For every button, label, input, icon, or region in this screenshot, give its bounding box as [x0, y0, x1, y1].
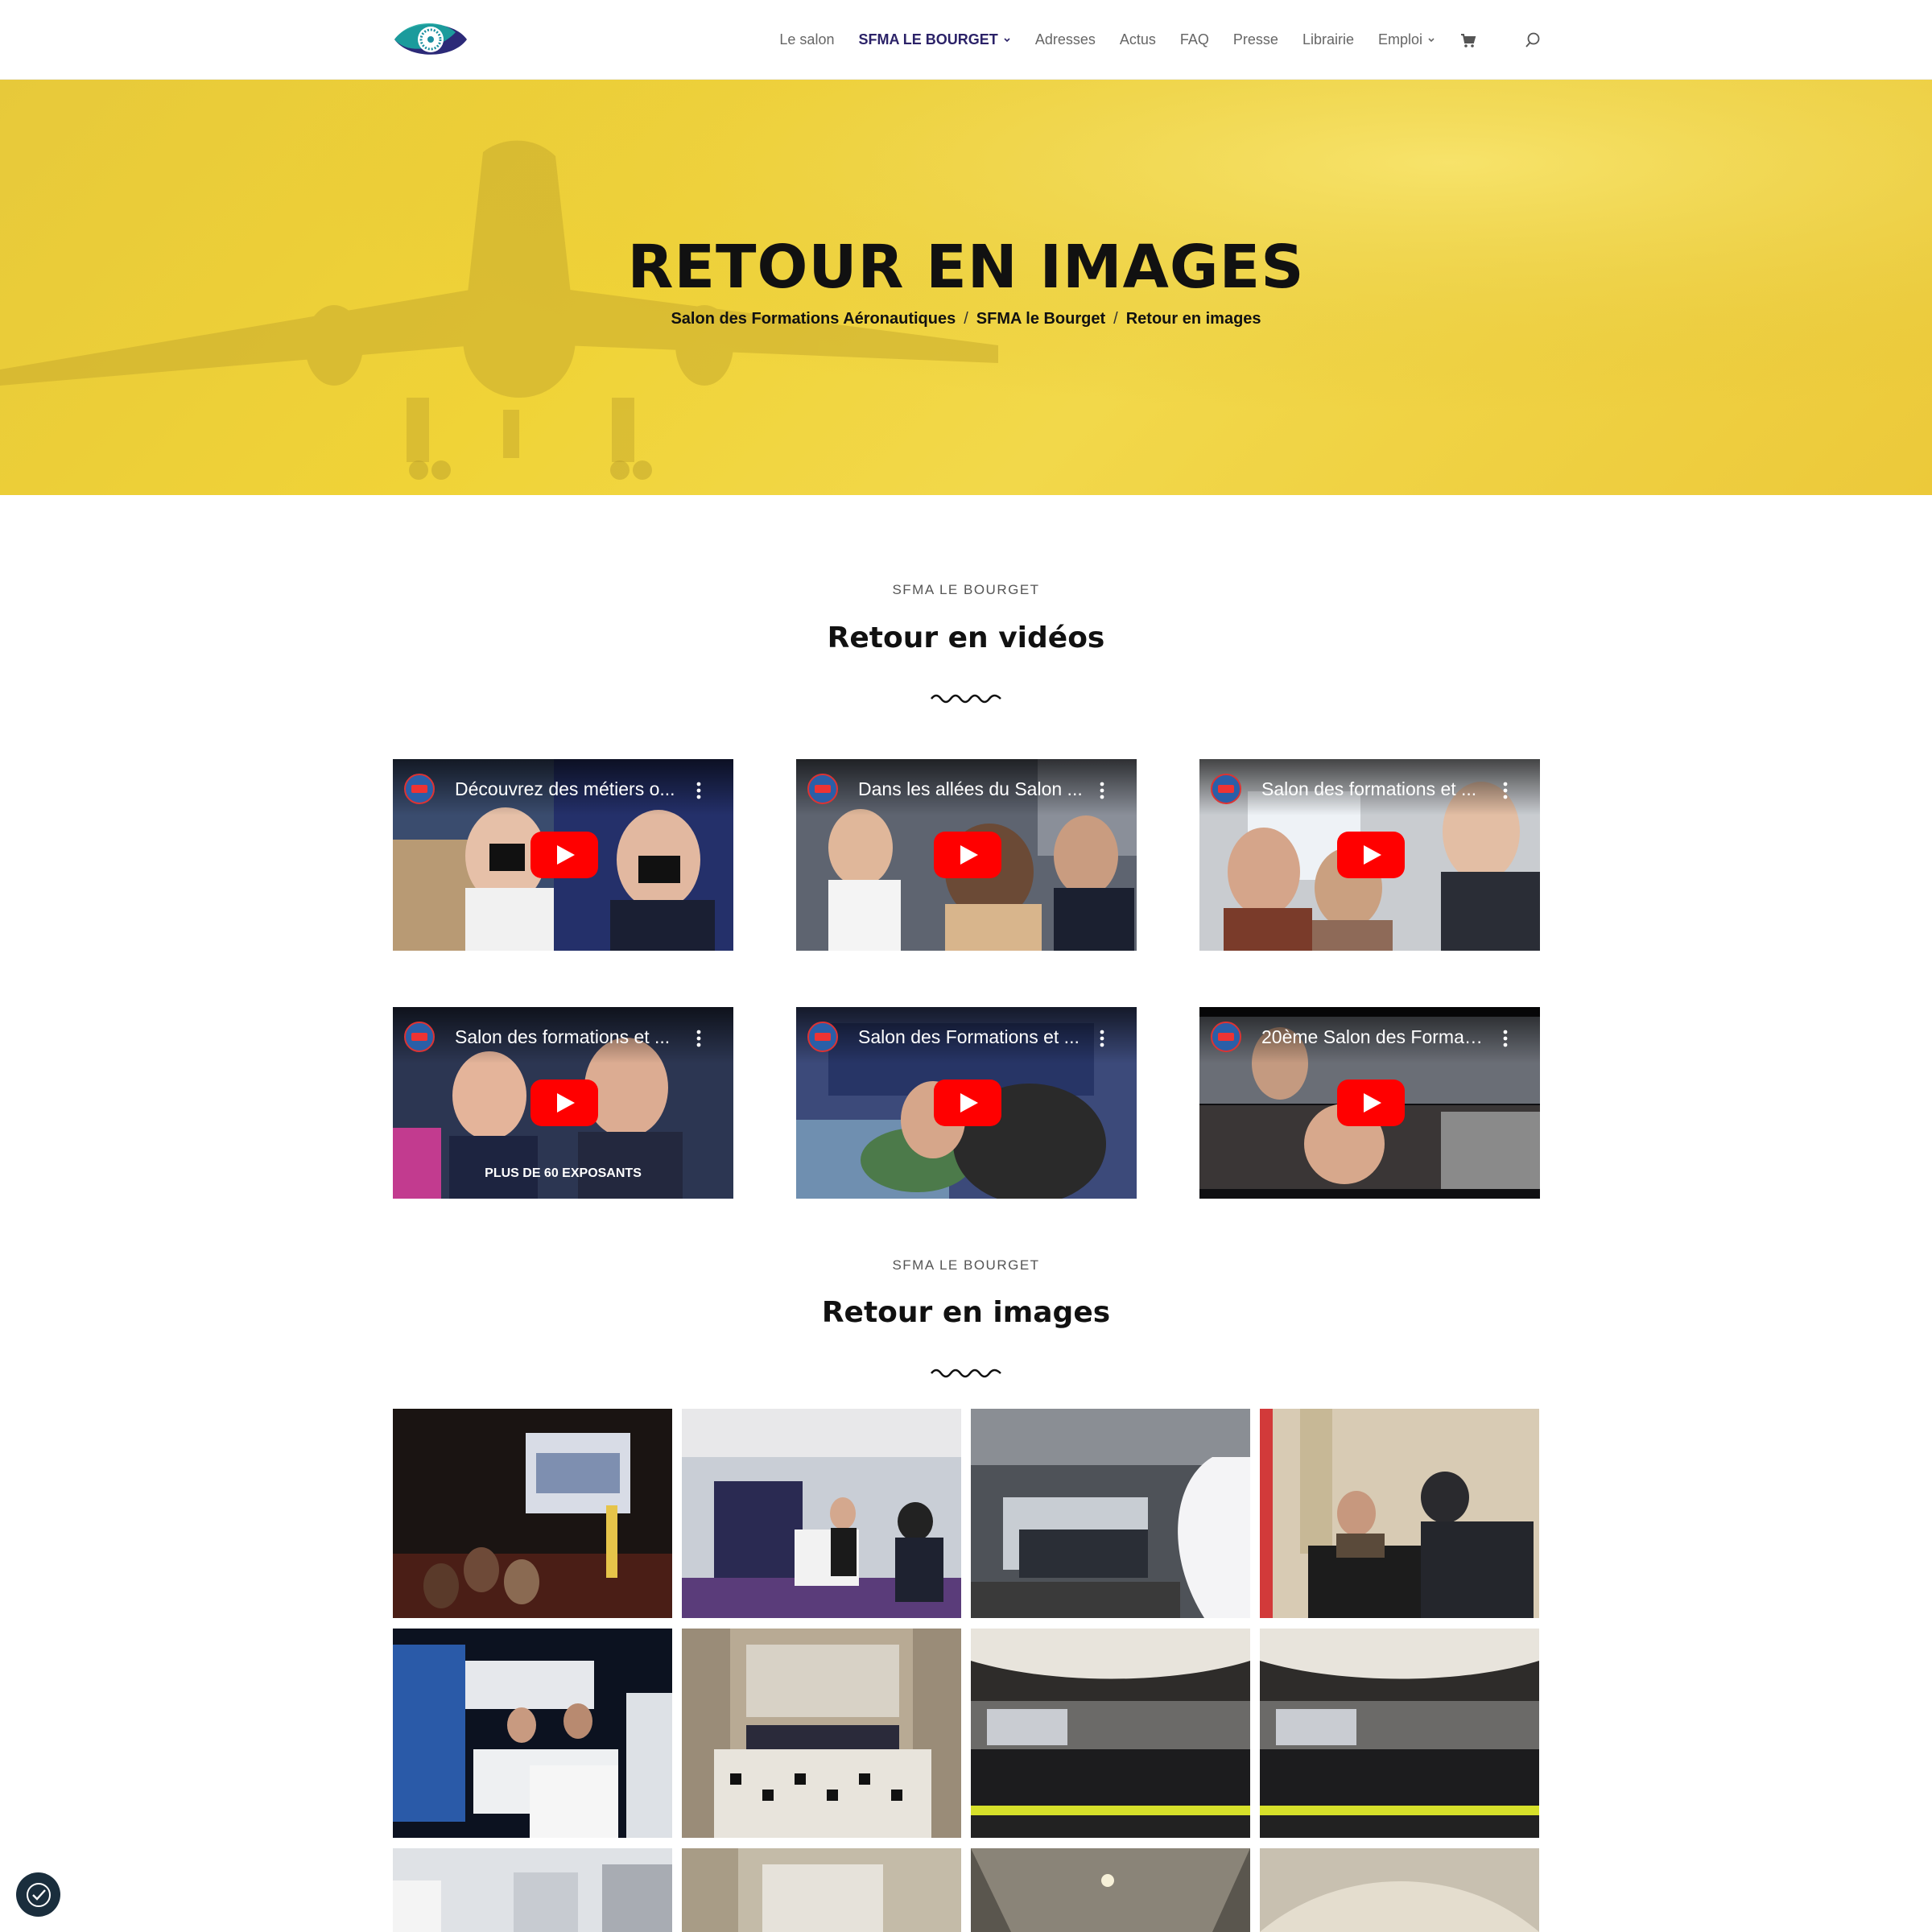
breadcrumb-separator: /: [964, 310, 968, 328]
nav-label: Adresses: [1034, 31, 1096, 47]
nav-item-faq[interactable]: FAQ: [1180, 31, 1209, 48]
photo-image: [682, 1409, 961, 1618]
play-button-icon[interactable]: [1337, 1080, 1405, 1126]
breadcrumb-separator: /: [1113, 310, 1118, 328]
play-button-icon[interactable]: [530, 832, 598, 878]
more-options-icon[interactable]: [1100, 782, 1104, 799]
video-title[interactable]: Salon des formations et ...: [1261, 778, 1487, 800]
cart-icon[interactable]: [1459, 31, 1477, 49]
nav-item-librairie[interactable]: Librairie: [1302, 31, 1354, 48]
breadcrumb-current: Retour en images: [1125, 310, 1261, 328]
gallery-photo[interactable]: [682, 1409, 961, 1618]
play-button-icon[interactable]: [1337, 832, 1405, 878]
play-button-icon[interactable]: [530, 1080, 598, 1126]
gallery-photo[interactable]: [393, 1848, 672, 1932]
play-button-icon[interactable]: [934, 832, 1001, 878]
gallery-photo[interactable]: [682, 1629, 961, 1838]
page-title: RETOUR EN IMAGES: [627, 233, 1305, 302]
more-options-icon[interactable]: [696, 1030, 701, 1047]
gallery-photo[interactable]: [682, 1848, 961, 1932]
gallery-photo[interactable]: [1260, 1848, 1539, 1932]
gallery-photo[interactable]: [971, 1848, 1250, 1932]
images-heading: Retour en images: [821, 1296, 1111, 1329]
channel-avatar[interactable]: [404, 1022, 435, 1052]
eye-logo-icon[interactable]: [393, 16, 469, 63]
gallery-photo[interactable]: [1260, 1409, 1539, 1618]
photo-image: [971, 1409, 1250, 1618]
more-options-icon[interactable]: [1503, 1030, 1508, 1047]
nav-item-emploi[interactable]: Emploi: [1378, 31, 1435, 48]
hero-banner: RETOUR EN IMAGES Salon des Formations Aé…: [0, 80, 1932, 495]
squiggle-divider-icon: [931, 694, 1001, 704]
video-player[interactable]: 20ème Salon des Formati...: [1199, 1007, 1540, 1199]
play-button-icon[interactable]: [934, 1080, 1001, 1126]
channel-avatar[interactable]: [1211, 774, 1241, 804]
site-header: Le salon SFMA LE BOURGET Adresses Actus …: [0, 0, 1932, 80]
video-title[interactable]: 20ème Salon des Formati...: [1261, 1026, 1487, 1048]
nav-label: Presse: [1232, 31, 1278, 47]
video-player[interactable]: Salon des Formations et ...: [796, 1007, 1137, 1199]
videos-eyebrow: SFMA LE BOURGET: [892, 582, 1040, 597]
nav-label: Actus: [1119, 31, 1156, 47]
video-player[interactable]: Salon des formations et ...: [1199, 759, 1540, 951]
photo-image: [393, 1629, 672, 1838]
channel-avatar[interactable]: [807, 774, 838, 804]
more-options-icon[interactable]: [1100, 1030, 1104, 1047]
nav-label: Le salon: [779, 31, 835, 47]
video-player[interactable]: Découvrez des métiers o...: [393, 759, 733, 951]
more-options-icon[interactable]: [696, 782, 701, 799]
nav-item-le-salon[interactable]: Le salon: [779, 31, 834, 48]
nav-item-adresses[interactable]: Adresses: [1035, 31, 1096, 48]
nav-item-sfma-le-bourget[interactable]: SFMA LE BOURGET: [858, 31, 1010, 48]
main-nav: Le salon SFMA LE BOURGET Adresses Actus …: [779, 0, 1542, 80]
photo-image: [393, 1848, 672, 1932]
video-title[interactable]: Découvrez des métiers o...: [455, 778, 680, 800]
video-title[interactable]: Salon des Formations et ...: [858, 1026, 1084, 1048]
squiggle-divider-icon: [931, 1368, 1001, 1378]
photo-image: [1260, 1848, 1539, 1932]
more-options-icon[interactable]: [1503, 782, 1508, 799]
photo-image: [1260, 1409, 1539, 1618]
videos-heading: Retour en vidéos: [827, 621, 1105, 654]
nav-item-presse[interactable]: Presse: [1233, 31, 1278, 48]
channel-avatar[interactable]: [1211, 1022, 1241, 1052]
chevron-down-icon: [1428, 37, 1435, 42]
search-icon[interactable]: [1524, 31, 1542, 49]
gallery-photo[interactable]: [971, 1409, 1250, 1618]
video-player[interactable]: Salon des formations et ... PLUS DE 60 E…: [393, 1007, 733, 1199]
video-title[interactable]: Salon des formations et ...: [455, 1026, 680, 1048]
nav-label: FAQ: [1179, 31, 1209, 47]
photo-image: [971, 1629, 1250, 1838]
nav-label: Emploi: [1377, 31, 1422, 47]
nav-item-actus[interactable]: Actus: [1120, 31, 1156, 48]
cookie-consent-icon: [26, 1882, 51, 1907]
channel-avatar[interactable]: [404, 774, 435, 804]
breadcrumb-link-sfma[interactable]: SFMA le Bourget: [976, 310, 1105, 328]
images-eyebrow: SFMA LE BOURGET: [892, 1257, 1040, 1273]
photo-image: [393, 1409, 672, 1618]
breadcrumb: Salon des Formations Aéronautiques / SFMA …: [0, 310, 1932, 328]
gallery-photo[interactable]: [393, 1629, 672, 1838]
photo-image: [1260, 1629, 1539, 1838]
nav-label: SFMA LE BOURGET: [858, 31, 998, 47]
gallery-photo[interactable]: [971, 1629, 1250, 1838]
gallery-photo[interactable]: [1260, 1629, 1539, 1838]
photo-image: [682, 1629, 961, 1838]
chevron-down-icon: [1004, 37, 1010, 42]
breadcrumb-link-home[interactable]: Salon des Formations Aéronautiques: [671, 310, 956, 328]
video-title[interactable]: Dans les allées du Salon ...: [858, 778, 1084, 800]
video-player[interactable]: Dans les allées du Salon ...: [796, 759, 1137, 951]
cookie-settings-button[interactable]: [16, 1872, 60, 1917]
channel-avatar[interactable]: [807, 1022, 838, 1052]
video-caption: PLUS DE 60 EXPOSANTS: [485, 1166, 642, 1180]
photo-image: [682, 1848, 961, 1932]
nav-label: Librairie: [1302, 31, 1354, 47]
photo-image: [971, 1848, 1250, 1932]
gallery-photo[interactable]: [393, 1409, 672, 1618]
